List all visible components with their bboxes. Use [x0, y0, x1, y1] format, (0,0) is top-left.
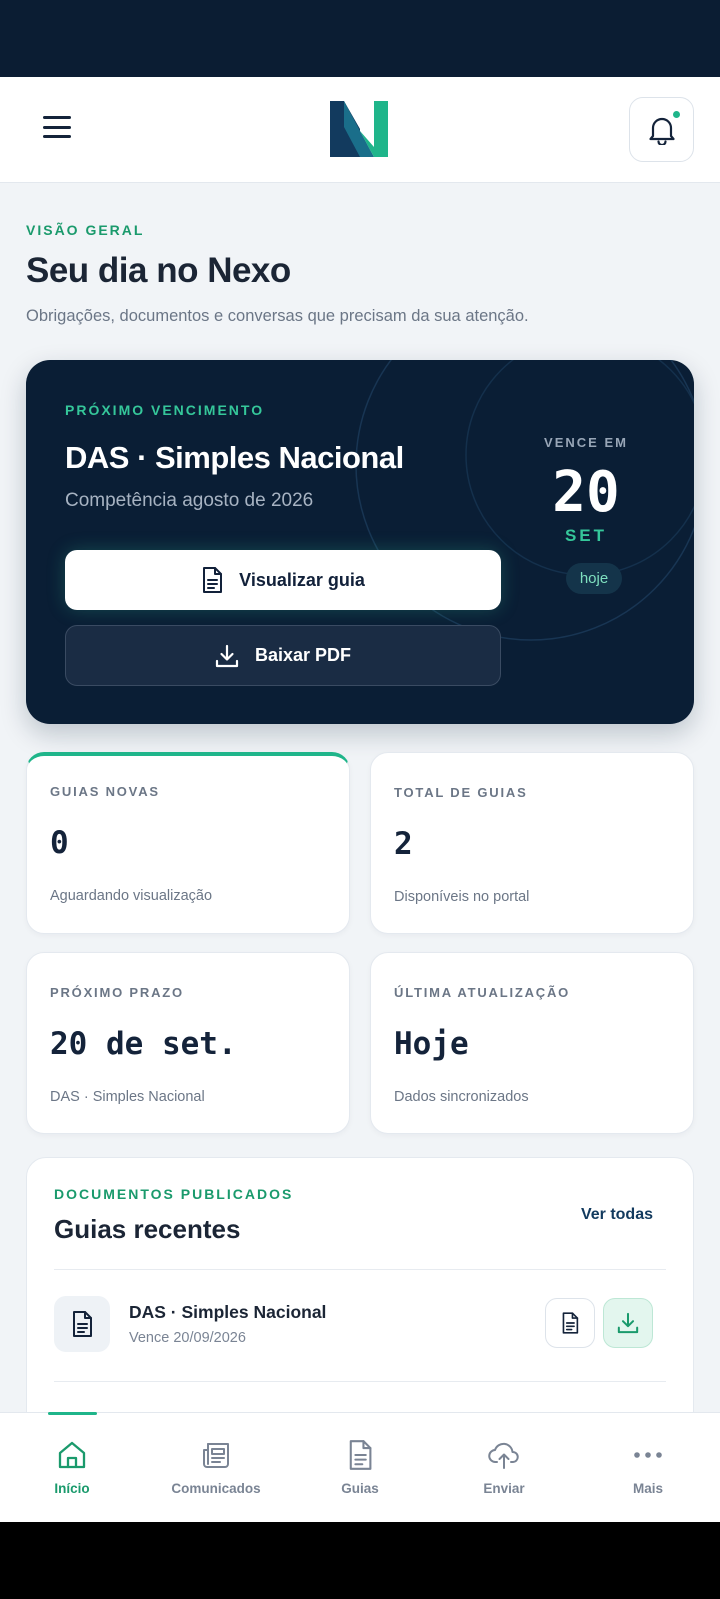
page-subtitle: Obrigações, documentos e conversas que p…	[26, 307, 529, 325]
nav-item-guias[interactable]: Guias	[288, 1413, 432, 1523]
download-document-button[interactable]	[603, 1298, 653, 1348]
stat-note: DAS · Simples Nacional	[50, 1089, 205, 1105]
nav-label: Enviar	[483, 1481, 525, 1496]
nav-item-enviar[interactable]: Enviar	[432, 1413, 576, 1523]
stat-value: 2	[394, 826, 413, 862]
download-icon	[617, 1312, 639, 1334]
due-day: 20	[552, 460, 620, 525]
stat-value: 20 de set.	[50, 1026, 237, 1062]
see-all-link[interactable]: Ver todas	[581, 1206, 653, 1224]
view-guide-label: Visualizar guia	[239, 569, 365, 590]
stat-label: ÚLTIMA ATUALIZAÇÃO	[394, 985, 571, 1000]
download-pdf-button[interactable]: Baixar PDF	[65, 625, 501, 686]
top-bar	[0, 77, 720, 183]
docs-title: Guias recentes	[54, 1214, 241, 1244]
nav-item-comunicados[interactable]: Comunicados	[144, 1413, 288, 1523]
stat-note: Dados sincronizados	[394, 1089, 529, 1105]
status-bar	[0, 0, 720, 77]
view-document-button[interactable]	[545, 1298, 595, 1348]
stat-value: Hoje	[394, 1026, 469, 1062]
hero-eyebrow: PRÓXIMO VENCIMENTO	[65, 402, 265, 418]
bell-icon	[648, 117, 675, 145]
system-navigation-bar	[0, 1522, 720, 1599]
list-item[interactable]: DAS · Simples Nacional Vence 20/09/2026	[54, 1296, 653, 1356]
document-icon	[54, 1296, 110, 1352]
stat-card-total-guides[interactable]: TOTAL DE GUIAS 2 Disponíveis no portal	[370, 752, 694, 934]
next-due-card: PRÓXIMO VENCIMENTO DAS · Simples Naciona…	[26, 360, 694, 724]
stat-label: PRÓXIMO PRAZO	[50, 985, 184, 1000]
download-icon	[215, 644, 239, 667]
due-label: VENCE EM	[544, 435, 628, 450]
stat-note: Aguardando visualização	[50, 888, 213, 904]
hero-title: DAS · Simples Nacional	[65, 440, 404, 475]
divider	[54, 1381, 666, 1382]
overview-eyebrow: VISÃO GERAL	[26, 222, 145, 238]
stat-label: GUIAS NOVAS	[50, 784, 160, 799]
more-dots-icon	[632, 1439, 664, 1471]
document-icon	[203, 567, 223, 593]
stat-value: 0	[50, 825, 69, 861]
notifications-button[interactable]	[629, 97, 694, 162]
document-date: Vence 20/09/2026	[129, 1330, 246, 1346]
nav-label: Guias	[341, 1481, 379, 1496]
stat-card-last-update[interactable]: ÚLTIMA ATUALIZAÇÃO Hoje Dados sincroniza…	[370, 952, 694, 1134]
nav-item-mais[interactable]: Mais	[576, 1413, 720, 1523]
document-icon	[344, 1439, 376, 1471]
nav-label: Comunicados	[171, 1481, 261, 1496]
hero-subtitle: Competência agosto de 2026	[65, 490, 314, 511]
nav-label: Início	[54, 1481, 90, 1496]
bottom-nav: Início Comunicados Guias Enviar Mais	[0, 1412, 720, 1522]
stat-card-next-deadline[interactable]: PRÓXIMO PRAZO 20 de set. DAS · Simples N…	[26, 952, 350, 1134]
nav-label: Mais	[632, 1481, 663, 1496]
due-month: SET	[564, 526, 608, 545]
document-icon	[562, 1312, 579, 1334]
divider	[54, 1269, 666, 1270]
newspaper-icon	[200, 1439, 232, 1471]
stat-label: TOTAL DE GUIAS	[394, 785, 528, 800]
home-icon	[56, 1439, 88, 1471]
page-title: Seu dia no Nexo	[26, 251, 291, 290]
view-guide-button[interactable]: Visualizar guia	[65, 550, 501, 610]
nexo-logo	[330, 101, 388, 157]
cloud-upload-icon	[488, 1439, 520, 1471]
due-badge: hoje	[566, 563, 622, 594]
stat-card-new-guides[interactable]: GUIAS NOVAS 0 Aguardando visualização	[26, 752, 350, 934]
hamburger-menu-icon[interactable]	[40, 113, 74, 141]
stat-note: Disponíveis no portal	[394, 889, 530, 905]
notification-dot	[673, 111, 680, 118]
document-name: DAS · Simples Nacional	[129, 1302, 327, 1322]
docs-eyebrow: DOCUMENTOS PUBLICADOS	[54, 1186, 294, 1202]
download-pdf-label: Baixar PDF	[254, 645, 352, 665]
nav-item-inicio[interactable]: Início	[0, 1413, 144, 1523]
